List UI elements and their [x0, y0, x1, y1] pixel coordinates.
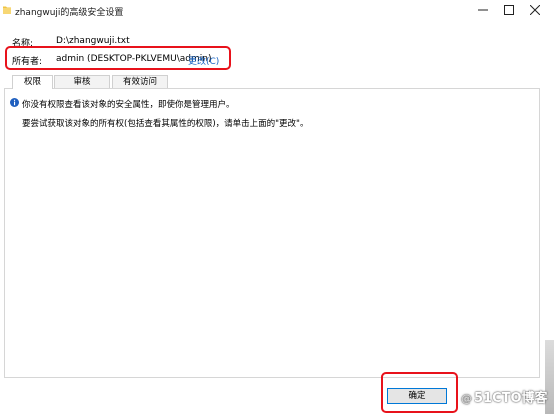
name-value: D:\zhangwuji.txt [56, 36, 130, 46]
name-label: 名称: [12, 39, 34, 49]
tab-panel [4, 88, 540, 378]
maximize-button[interactable] [496, 0, 522, 20]
close-button[interactable] [522, 0, 548, 20]
watermark-at: @ [461, 392, 472, 405]
title-bar[interactable]: zhangwuji的高级安全设置 [0, 0, 554, 22]
change-owner-link[interactable]: 更改(C) [188, 54, 219, 67]
take-ownership-hint: 要尝试获取该对象的所有权(包括查看其属性的权限)，请单击上面的"更改"。 [22, 119, 309, 129]
ok-button[interactable]: 确定 [387, 388, 447, 404]
owner-label: 所有者: [12, 57, 43, 67]
window-title: zhangwuji的高级安全设置 [15, 8, 124, 18]
minimize-button[interactable] [470, 0, 496, 20]
info-icon [10, 98, 19, 107]
tab-auditing[interactable]: 审核 [54, 75, 110, 88]
tab-permissions[interactable]: 权限 [12, 75, 53, 89]
watermark-text: 51CTO博客 [474, 391, 548, 406]
no-permission-message: 你没有权限查看该对象的安全属性，即使你是管理用户。 [22, 100, 235, 110]
folder-icon [3, 5, 11, 14]
tab-effective-access[interactable]: 有效访问 [112, 75, 168, 88]
watermark: @51CTO博客 [461, 387, 548, 406]
